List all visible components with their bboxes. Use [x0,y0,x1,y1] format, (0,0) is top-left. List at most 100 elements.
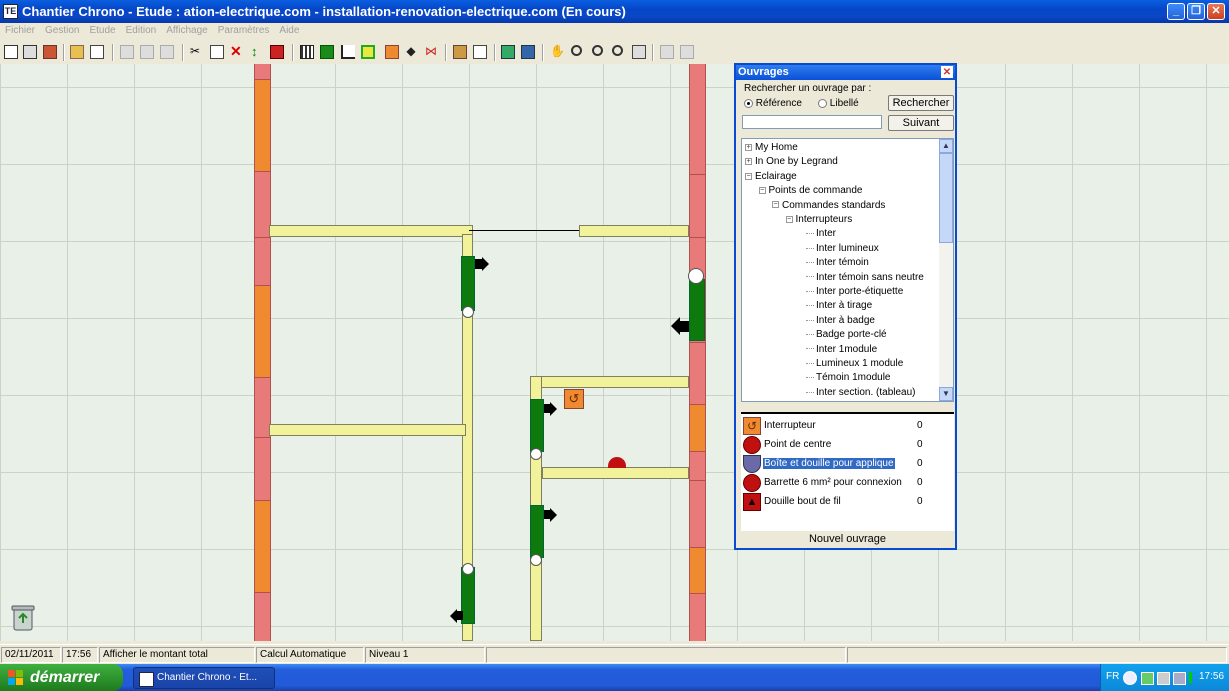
split-icon[interactable]: ⋈ [424,45,438,59]
open-folder-icon[interactable] [70,45,84,59]
device-box[interactable] [530,399,544,452]
search-input[interactable] [742,115,882,129]
wall-segment[interactable] [690,404,705,452]
junction-node[interactable] [530,554,542,566]
expand-icon[interactable]: + [745,158,752,166]
wall-segment[interactable] [255,500,270,593]
tree-item[interactable]: Inter section. (tableau) [806,386,916,400]
tree-item[interactable]: − Points de commande [758,184,862,198]
language-indicator[interactable]: FR [1106,671,1119,682]
list-item[interactable]: Boîte et douille pour applique 0 [743,455,948,473]
layer-up-icon[interactable] [501,45,515,59]
menu-affichage[interactable]: Affichage [161,23,213,36]
tree-item[interactable]: + My Home [745,141,798,155]
menu-fichier[interactable]: Fichier [0,23,40,36]
radio-reference[interactable]: Référence [744,98,802,109]
cable[interactable] [269,225,473,237]
radio-libelle[interactable]: Libellé [818,98,859,109]
zoom-fit-icon[interactable] [632,45,646,59]
diamond-icon[interactable]: ◆ [404,45,418,59]
nouvel-ouvrage-button[interactable]: Nouvel ouvrage [741,530,954,547]
print-preview-icon[interactable] [90,45,104,59]
export-icon[interactable] [160,45,174,59]
insert-column-icon[interactable] [680,45,694,59]
status-calc-mode[interactable]: Calcul Automatique [256,647,364,663]
minimize-button[interactable]: _ [1167,3,1185,20]
tree-item[interactable]: Inter à badge [806,314,875,328]
cut-icon[interactable]: ✂ [190,45,204,59]
clock[interactable]: 17:56 [1199,671,1224,682]
tree-item[interactable]: + In One by Legrand [745,155,838,169]
close-button[interactable]: ✕ [1207,3,1225,20]
radio-reference-dot[interactable] [744,98,753,108]
taskbar-item-chantier-chrono[interactable]: Chantier Chrono - Et... [133,667,275,689]
zoom-icon[interactable] [571,45,582,56]
tree-item[interactable]: − Eclairage [745,170,797,184]
radio-libelle-dot[interactable] [818,98,827,108]
save-icon[interactable] [120,45,134,59]
list-icon[interactable] [473,45,487,59]
tree-item[interactable]: Inter témoin sans neutre [806,271,924,285]
security-icon[interactable] [1157,672,1170,685]
wall-right[interactable] [689,64,706,641]
corner-icon[interactable] [341,45,355,59]
status-level[interactable]: Niveau 1 [365,647,485,663]
suivant-button[interactable]: Suivant [888,115,954,131]
list-item[interactable]: ▲ Douille bout de fil 0 [743,493,948,511]
menu-edition[interactable]: Edition [121,23,162,36]
move-vertical-icon[interactable]: ↕ [251,45,265,59]
rechercher-button[interactable]: Rechercher [888,95,954,111]
room-icon[interactable] [361,45,375,59]
tree-scrollbar[interactable]: ▲ ▼ [939,139,953,401]
junction-node[interactable] [530,448,542,460]
copy-icon[interactable] [210,45,224,59]
signal-icon[interactable] [1189,672,1192,683]
junction-node[interactable] [462,306,474,318]
edit-icon[interactable] [140,45,154,59]
wall-segment[interactable] [255,285,270,378]
wall-left[interactable] [254,64,271,641]
scroll-down-icon[interactable]: ▼ [939,387,953,401]
menu-etude[interactable]: Etude [84,23,120,36]
tree-item[interactable]: Inter à tirage [806,299,872,313]
device-box[interactable] [530,505,544,558]
calculator-icon[interactable] [23,45,37,59]
wall-segment[interactable] [255,79,270,172]
collapse-icon[interactable]: − [785,215,793,223]
properties-icon[interactable] [453,45,467,59]
tree-item[interactable]: Inter 1module [806,343,877,357]
cable[interactable] [269,424,466,436]
junction-node[interactable] [688,268,704,284]
menu-gestion[interactable]: Gestion [40,23,84,36]
interrupteur-symbol[interactable]: ↺ [564,389,584,409]
list-item[interactable]: Point de centre 0 [743,436,948,454]
start-button[interactable]: démarrer [0,664,123,691]
tree-item[interactable]: Témoin 1module [806,371,890,385]
new-icon[interactable] [4,45,18,59]
zoom-in-icon[interactable] [592,45,603,56]
tree-item[interactable]: Inter porte-étiquette [806,285,903,299]
cable[interactable] [542,467,689,479]
wall-segment[interactable] [690,547,705,594]
tool-icon[interactable] [270,45,284,59]
tree-item[interactable]: Inter [806,227,836,241]
tree-item[interactable]: Inter contact de porte [806,400,911,401]
network-icon[interactable] [1141,672,1154,685]
insert-row-icon[interactable] [660,45,674,59]
device-box[interactable] [461,256,475,311]
restore-button[interactable]: ❐ [1187,3,1205,20]
tree-item[interactable]: Inter lumineux [806,242,879,256]
device-box[interactable] [461,567,475,624]
collapse-icon[interactable]: − [772,201,779,209]
cable[interactable] [530,376,689,388]
menu-aide[interactable]: Aide [274,23,304,36]
wall-icon[interactable] [320,45,334,59]
panel-close-icon[interactable]: ✕ [941,66,953,78]
list-item[interactable]: Barrette 6 mm² pour connexion 0 [743,474,948,492]
collapse-icon[interactable]: − [758,187,766,195]
grid-icon[interactable] [300,45,314,59]
back-icon[interactable] [1123,671,1137,685]
wire[interactable] [469,230,581,231]
cable[interactable] [579,225,689,237]
tree-item[interactable]: Lumineux 1 module [806,357,903,371]
